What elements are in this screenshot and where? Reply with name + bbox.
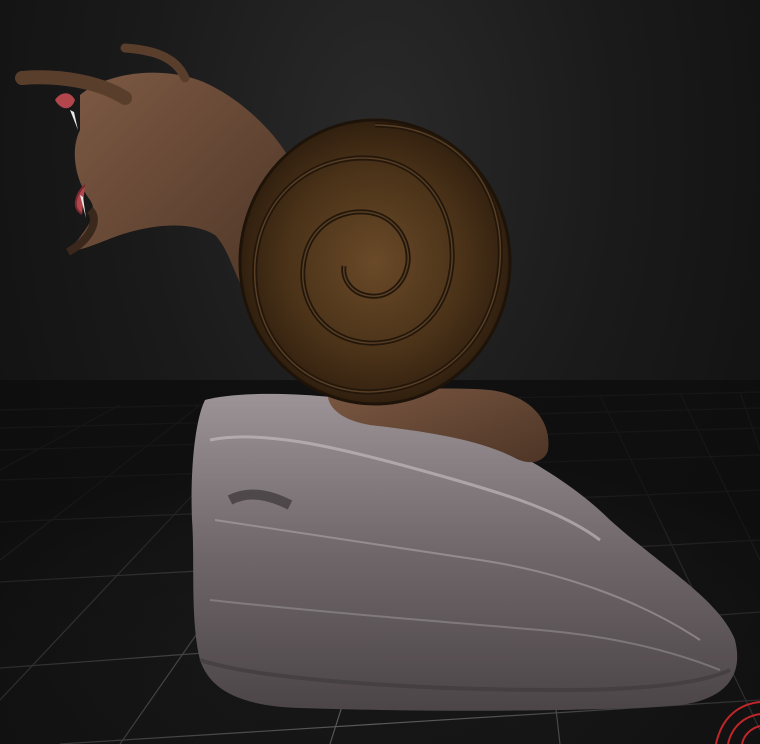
snail-shell <box>238 118 512 406</box>
rotation-gizmo-icon[interactable] <box>700 694 760 744</box>
3d-viewport[interactable] <box>0 0 760 744</box>
viewport-scene[interactable] <box>0 0 760 744</box>
